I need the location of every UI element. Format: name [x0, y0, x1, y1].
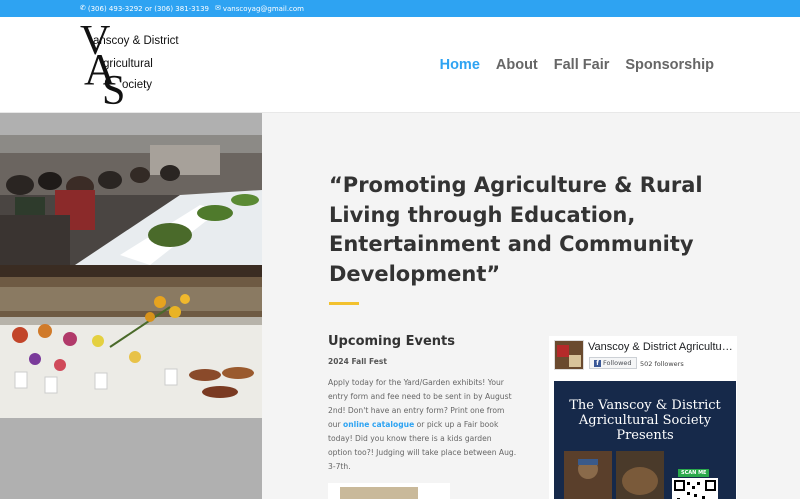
followed-label: Followed: [603, 359, 632, 367]
site-logo[interactable]: V A S anscoy & District gricultural ocie…: [80, 20, 210, 112]
email-text: vanscoyag@gmail.com: [222, 4, 304, 13]
accent-divider: [329, 302, 359, 305]
cover-illustration: [564, 451, 664, 499]
phone-text: (306) 493-3292 or (306) 381-3139: [87, 4, 209, 13]
site-header: V A S anscoy & District gricultural ocie…: [0, 17, 800, 113]
facebook-page-name[interactable]: Vanscoy & District Agricultural Society: [588, 341, 733, 353]
cover-title: The Vanscoy & District Agricultural Soci…: [569, 398, 721, 443]
event-image-thumbnail[interactable]: [328, 483, 450, 499]
event-subtitle: 2024 Fall Fest: [328, 357, 387, 366]
event-photo-crowd: [0, 135, 262, 277]
online-catalogue-link[interactable]: online catalogue: [343, 420, 414, 429]
event-photo-flowers: [0, 277, 262, 418]
nav-item-sponsorship[interactable]: Sponsorship: [625, 57, 714, 73]
phone-icon: ✆: [80, 4, 86, 12]
nav-item-about[interactable]: About: [496, 57, 538, 73]
main-nav: Home About Fall Fair Sponsorship: [440, 57, 714, 73]
nav-item-home[interactable]: Home: [440, 57, 480, 73]
top-bar: ✆ (306) 493-3292 or (306) 381-3139 ✉ van…: [0, 0, 800, 17]
logo-line-2: gricultural: [103, 58, 153, 70]
event-image: [340, 487, 418, 499]
facebook-page-avatar[interactable]: [554, 340, 584, 370]
mission-quote: “Promoting Agriculture & Rural Living th…: [329, 173, 703, 286]
photo-column: [0, 113, 262, 499]
logo-letter-s: S: [102, 68, 126, 114]
email-contact[interactable]: ✉ vanscoyag@gmail.com: [215, 5, 304, 13]
qr-code: [672, 478, 718, 499]
envelope-icon: ✉: [214, 4, 221, 12]
facebook-icon: f: [594, 359, 601, 367]
event-description: Apply today for the Yard/Garden exhibits…: [328, 376, 518, 474]
facebook-followed-button[interactable]: f Followed: [589, 357, 637, 369]
upcoming-events-title: Upcoming Events: [328, 334, 455, 349]
logo-line-3: ociety: [122, 79, 153, 91]
nav-item-fall-fair[interactable]: Fall Fair: [554, 57, 610, 73]
follower-count: 502 followers: [640, 360, 684, 368]
main-content: “Promoting Agriculture & Rural Living th…: [0, 113, 800, 499]
facebook-cover-image[interactable]: The Vanscoy & District Agricultural Soci…: [554, 381, 736, 499]
logo-line-1: anscoy & District: [93, 35, 179, 47]
scan-me-label: SCAN ME: [678, 469, 710, 477]
phone-contact[interactable]: ✆ (306) 493-3292 or (306) 381-3139: [80, 5, 209, 13]
facebook-page-widget: Vanscoy & District Agricultural Society …: [549, 336, 737, 499]
